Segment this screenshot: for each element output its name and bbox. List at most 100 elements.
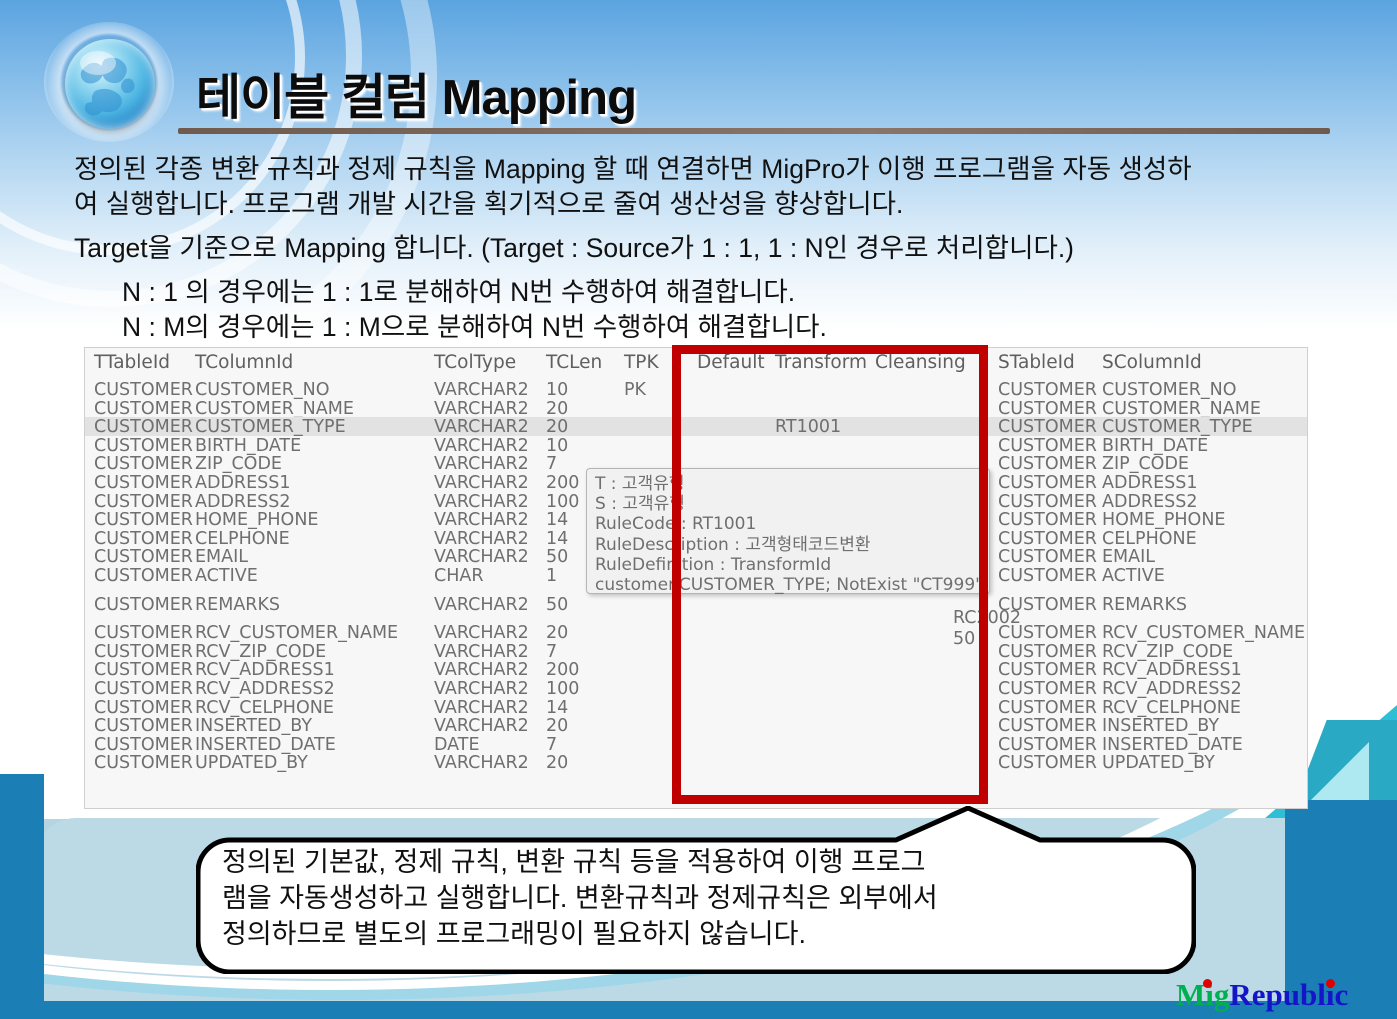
cell-tcoltype: DATE <box>434 734 480 755</box>
cell-tcolumnid: ZIP_CODE <box>195 454 282 475</box>
highlight-rectangle <box>672 345 988 804</box>
cell-scolumnid: RCV_ADDRESS2 <box>1102 678 1242 699</box>
cell-tcoltype: VARCHAR2 <box>434 454 529 475</box>
cell-ttableid: CUSTOMER <box>94 716 193 737</box>
page-title: 테이블 컬럼 Mapping <box>196 71 637 125</box>
cell-tclen: 20 <box>546 753 569 774</box>
cell-tcolumnid: CUSTOMER_TYPE <box>195 417 346 438</box>
cell-ttableid: CUSTOMER <box>94 435 193 456</box>
slide-canvas: 테이블 컬럼 Mapping 정의된 각종 변환 규칙과 정제 규칙을 Mapp… <box>0 0 1397 1019</box>
cell-scolumnid: REMARKS <box>1102 594 1188 615</box>
cell-stableid: CUSTOMER <box>998 716 1097 737</box>
cell-stableid: CUSTOMER <box>998 678 1097 699</box>
cell-tcolumnid: INSERTED_DATE <box>195 734 336 755</box>
callout-line-1: 정의된 기본값, 정제 규칙, 변환 규칙 등을 적용하여 이행 프로그 <box>222 847 926 877</box>
cell-tcoltype: VARCHAR2 <box>434 491 529 512</box>
cell-tcoltype: VARCHAR2 <box>434 623 529 644</box>
cell-tcolumnid: RCV_ADDRESS1 <box>195 660 335 681</box>
column-header-scolumnid[interactable]: SColumnId <box>1102 352 1202 373</box>
cell-ttableid: CUSTOMER <box>94 491 193 512</box>
cell-tcolumnid: ADDRESS1 <box>195 472 291 493</box>
cell-tcolumnid: RCV_CUSTOMER_NAME <box>195 623 399 644</box>
cell-tcolumnid: ADDRESS2 <box>195 491 291 512</box>
cell-tclen: 10 <box>546 380 569 400</box>
cell-tcolumnid: UPDATED_BY <box>195 753 308 774</box>
cell-tclen: 14 <box>546 528 569 549</box>
cell-tcoltype: VARCHAR2 <box>434 678 529 699</box>
cell-tclen: 14 <box>546 697 569 718</box>
cell-tcoltype: VARCHAR2 <box>434 716 529 737</box>
logo-dot-icon <box>1326 979 1335 988</box>
bullet-2: N : M의 경우에는 1 : M으로 분해하여 N번 수행하여 해결합니다. <box>122 312 827 342</box>
cell-tclen: 7 <box>546 454 558 475</box>
cell-stableid: CUSTOMER <box>998 734 1097 755</box>
cell-tclen: 10 <box>546 435 569 456</box>
cell-tclen: 7 <box>546 641 558 662</box>
paragraph-2: Target을 기준으로 Mapping 합니다. (Target : Sour… <box>74 233 1075 263</box>
cell-scolumnid: CELPHONE <box>1102 528 1197 549</box>
cell-scolumnid: CUSTOMER_TYPE <box>1102 417 1253 438</box>
logo-dot-icon <box>1203 979 1212 988</box>
cell-tcolumnid: INSERTED_BY <box>195 716 313 737</box>
cell-tcolumnid: CUSTOMER_NO <box>195 380 330 400</box>
cell-stableid: CUSTOMER <box>998 491 1097 512</box>
cell-scolumnid: RCV_CUSTOMER_NAME <box>1102 623 1306 644</box>
cell-tcoltype: VARCHAR2 <box>434 435 529 456</box>
cell-tcoltype: VARCHAR2 <box>434 594 529 615</box>
cell-ttableid: CUSTOMER <box>94 678 193 699</box>
cell-tcolumnid: RCV_CELPHONE <box>195 697 334 718</box>
cell-stableid: CUSTOMER <box>998 510 1097 531</box>
footer-left-bar <box>0 774 44 1019</box>
cell-stableid: CUSTOMER <box>998 697 1097 718</box>
cell-stableid: CUSTOMER <box>998 454 1097 475</box>
cell-stableid: CUSTOMER <box>998 641 1097 662</box>
cell-tcoltype: VARCHAR2 <box>434 641 529 662</box>
cell-ttableid: CUSTOMER <box>94 660 193 681</box>
cell-scolumnid: RCV_ZIP_CODE <box>1102 641 1234 662</box>
paragraph-1-line-2: 여 실행합니다. 프로그램 개발 시간을 획기적으로 줄여 생산성을 향상합니다… <box>74 189 904 219</box>
cell-stableid: CUSTOMER <box>998 435 1097 456</box>
cell-tclen: 14 <box>546 510 569 531</box>
cell-scolumnid: CUSTOMER_NAME <box>1102 398 1261 419</box>
cell-tcoltype: VARCHAR2 <box>434 753 529 774</box>
cell-stableid: CUSTOMER <box>998 398 1097 419</box>
cell-tcoltype: VARCHAR2 <box>434 547 529 568</box>
cell-tclen: 50 <box>546 594 569 615</box>
column-header-ttableid[interactable]: TTableId <box>94 352 170 373</box>
cell-stableid: CUSTOMER <box>998 660 1097 681</box>
cell-ttableid: CUSTOMER <box>94 547 193 568</box>
cell-tcoltype: CHAR <box>434 565 484 586</box>
cell-scolumnid: EMAIL <box>1102 547 1156 568</box>
cell-tcolumnid: CUSTOMER_NAME <box>195 398 354 419</box>
cell-tcoltype: VARCHAR2 <box>434 398 529 419</box>
cell-ttableid: CUSTOMER <box>94 641 193 662</box>
column-header-stableid[interactable]: STableId <box>998 352 1075 373</box>
cell-tclen: 20 <box>546 623 569 644</box>
cell-ttableid: CUSTOMER <box>94 565 193 586</box>
migrepublic-logo: MigRepublic <box>1176 977 1348 1013</box>
cell-tclen: 100 <box>546 678 580 699</box>
cell-tcolumnid: EMAIL <box>195 547 249 568</box>
cell-stableid: CUSTOMER <box>998 472 1097 493</box>
cell-ttableid: CUSTOMER <box>94 753 193 774</box>
cell-tcolumnid: RCV_ZIP_CODE <box>195 641 327 662</box>
paragraph-1-line-1: 정의된 각종 변환 규칙과 정제 규칙을 Mapping 할 때 연결하면 Mi… <box>74 154 1192 184</box>
column-header-tpk[interactable]: TPK <box>624 352 659 373</box>
cell-tcoltype: VARCHAR2 <box>434 510 529 531</box>
cell-tcolumnid: BIRTH_DATE <box>195 435 302 456</box>
cell-ttableid: CUSTOMER <box>94 734 193 755</box>
cell-stableid: CUSTOMER <box>998 417 1097 438</box>
cell-scolumnid: INSERTED_DATE <box>1102 734 1243 755</box>
column-header-tcolumnid[interactable]: TColumnId <box>195 352 293 373</box>
cell-scolumnid: ADDRESS2 <box>1102 491 1198 512</box>
cell-ttableid: CUSTOMER <box>94 623 193 644</box>
column-header-tclen[interactable]: TCLen <box>546 352 602 373</box>
cell-tcoltype: VARCHAR2 <box>434 528 529 549</box>
cell-tcoltype: VARCHAR2 <box>434 472 529 493</box>
cell-tcolumnid: REMARKS <box>195 594 281 615</box>
cell-ttableid: CUSTOMER <box>94 380 193 400</box>
cell-ttableid: CUSTOMER <box>94 398 193 419</box>
body-text-block: 정의된 각종 변환 규칙과 정제 규칙을 Mapping 할 때 연결하면 Mi… <box>74 152 1364 345</box>
column-header-tcoltype[interactable]: TColType <box>434 352 516 373</box>
cell-tcolumnid: HOME_PHONE <box>195 510 319 531</box>
